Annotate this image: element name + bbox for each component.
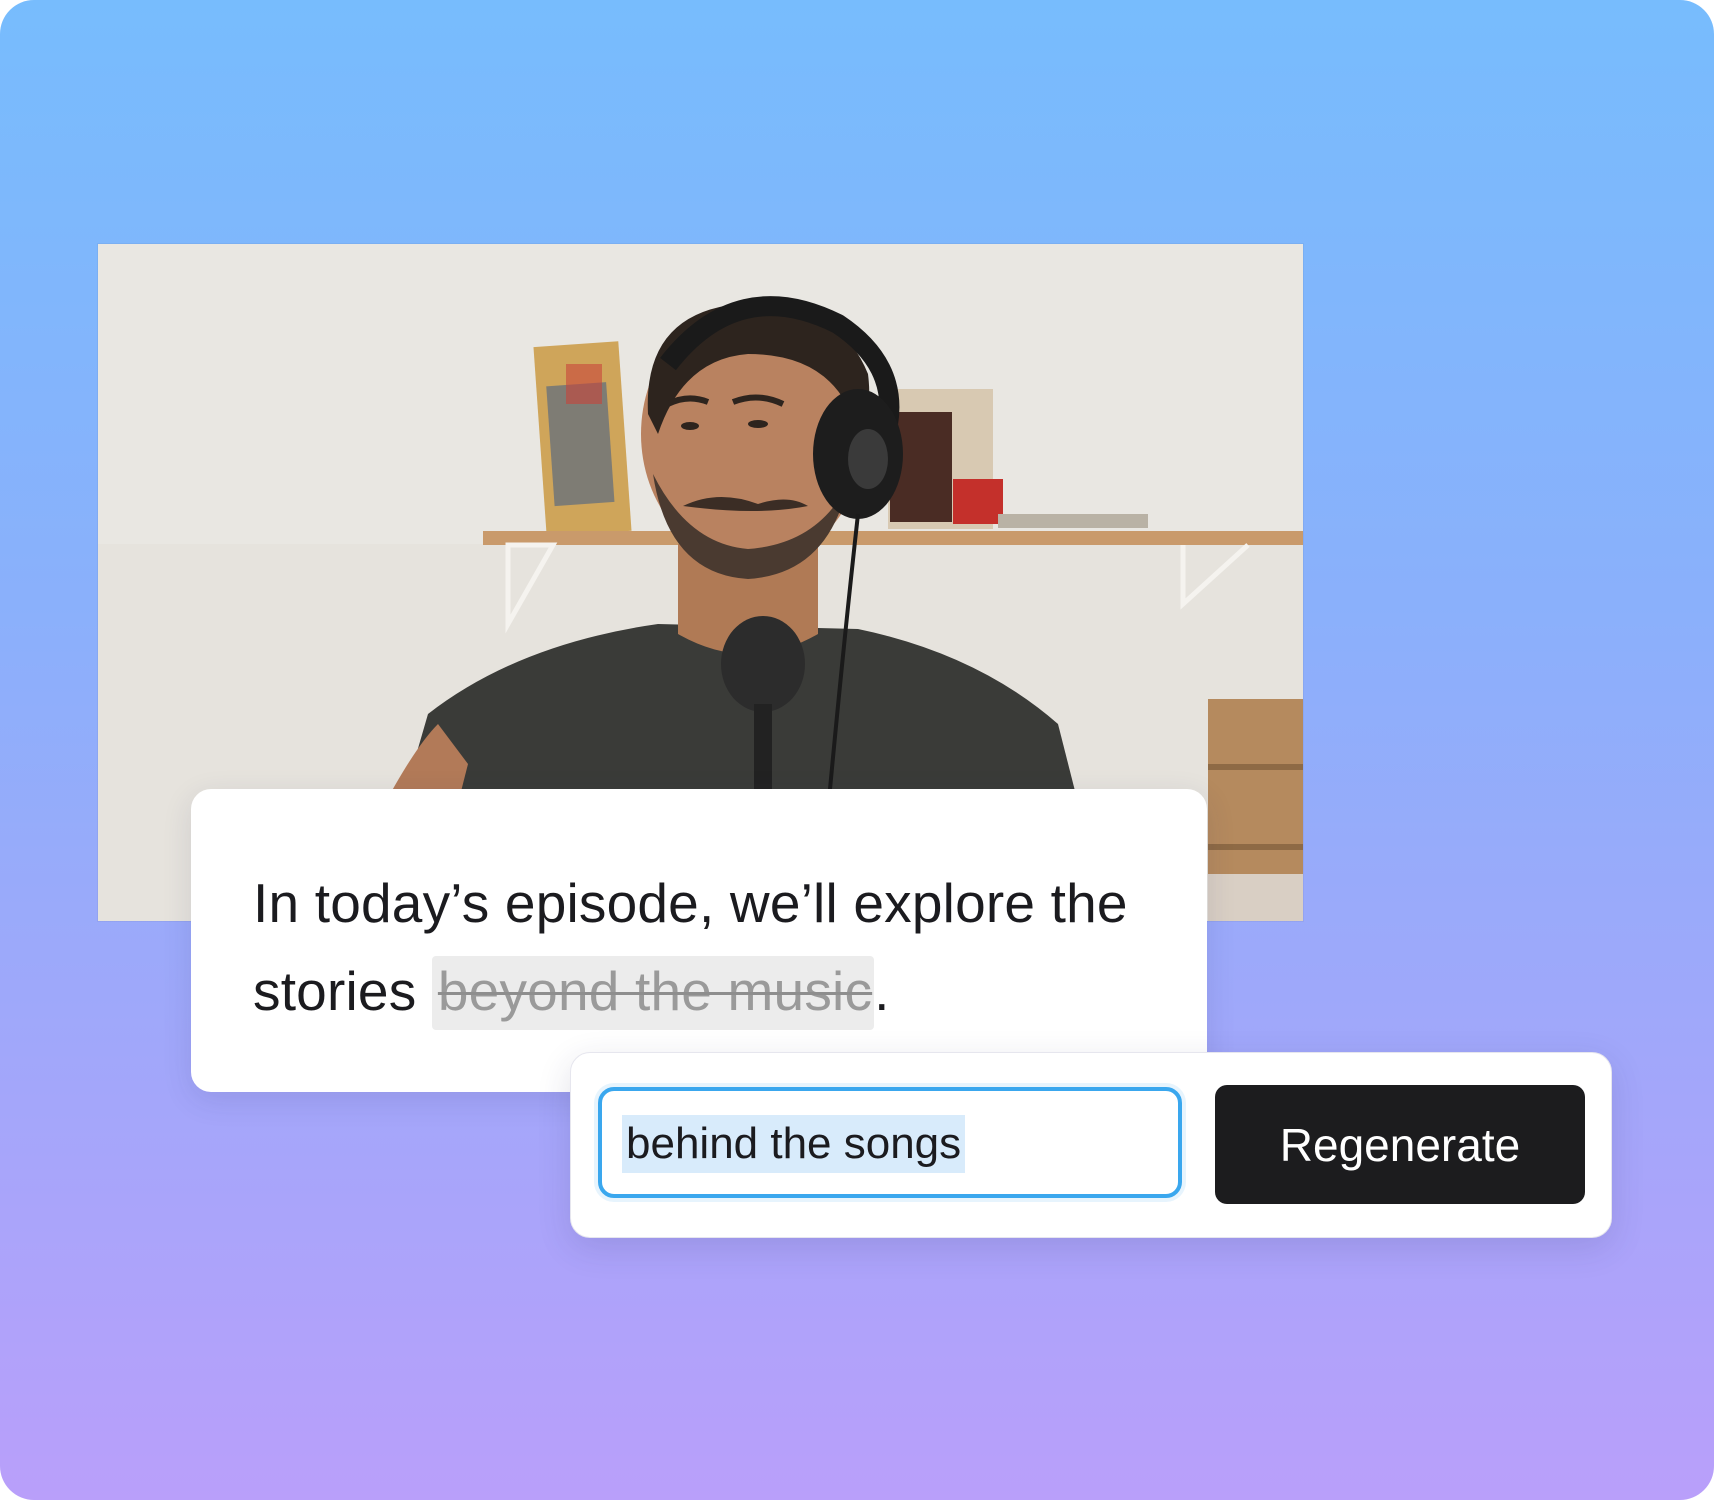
microphone [721, 616, 805, 712]
transcript-text-after: . [874, 960, 890, 1022]
replace-text-panel: behind the songs Regenerate [570, 1052, 1612, 1238]
replacement-input-value[interactable]: behind the songs [622, 1115, 966, 1173]
transcript-text: In today’s episode, we’ll explore the st… [253, 859, 1193, 1035]
shelf-poster [533, 341, 632, 537]
app-frame: In today’s episode, we’ll explore the st… [0, 0, 1714, 1500]
regenerate-button[interactable]: Regenerate [1215, 1085, 1585, 1204]
deleted-phrase[interactable]: beyond the music [431, 956, 875, 1030]
wall-shelf [483, 531, 1303, 545]
cardboard-box [1208, 699, 1303, 889]
replacement-input[interactable]: behind the songs [598, 1087, 1182, 1198]
transcript-card: In today’s episode, we’ll explore the st… [191, 789, 1207, 1092]
